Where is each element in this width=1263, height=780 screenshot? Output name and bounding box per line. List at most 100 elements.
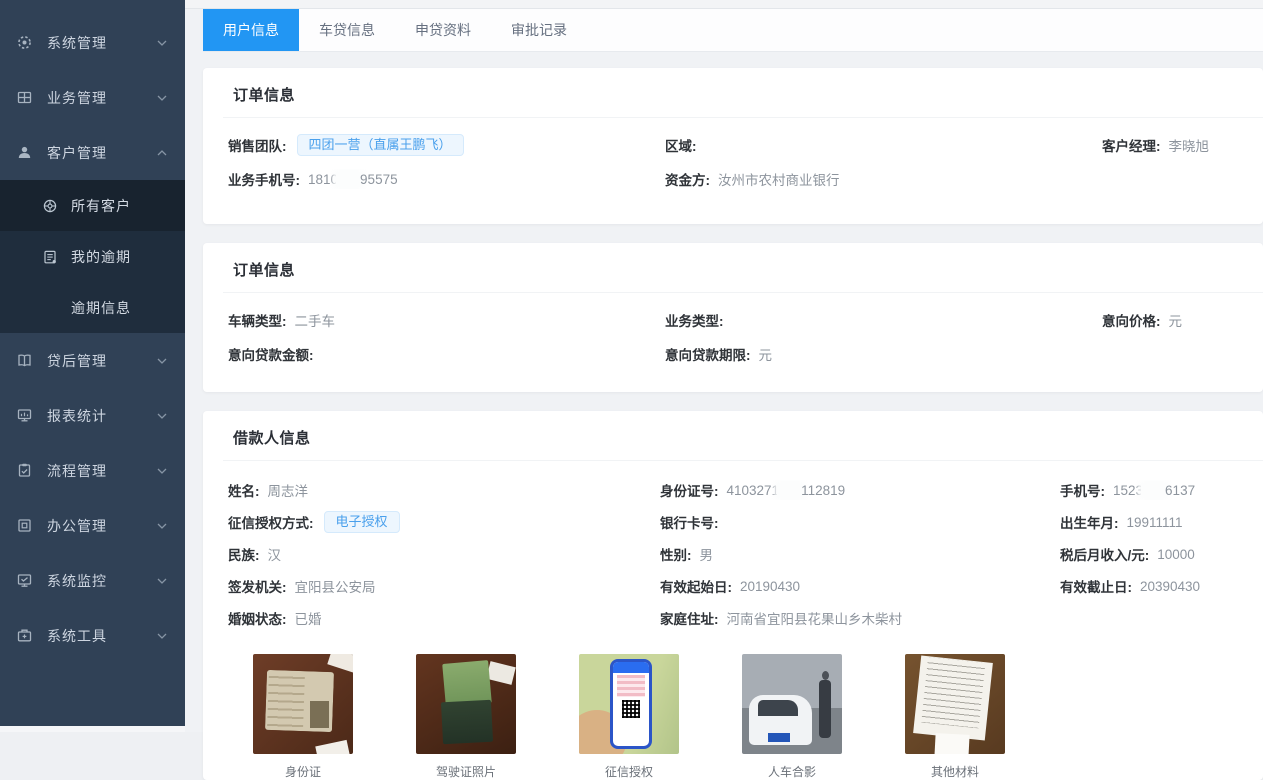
field-value: 已婚 [295,608,322,628]
chevron-down-icon [157,633,167,639]
sidebar-item-process-management[interactable]: 流程管理 [0,443,185,498]
sidebar-item-business-management[interactable]: 业务管理 [0,70,185,125]
field-business-phone: 业务手机号: 181095575 [228,169,665,189]
chevron-down-icon [157,523,167,529]
sidebar-item-customer-management[interactable]: 客户管理 [0,125,185,180]
tab-label: 用户信息 [223,22,279,38]
field-label: 姓名: [228,480,260,500]
license-photo[interactable] [416,654,516,754]
photo-layer [758,700,798,716]
sidebar-item-report-statistics[interactable]: 报表统计 [0,388,185,443]
field-id-number: 身份证号: 4103271112819 [660,480,1060,500]
document-photo[interactable] [905,654,1005,754]
photo-label: 征信授权 [579,763,679,780]
photo-item: 征信授权 [579,654,679,780]
borrower-info-card: 借款人信息 姓名: 周志洋 身份证号: 4103271112819 手机号: 1… [203,411,1263,780]
sales-team-tag[interactable]: 四团一营（直属王鹏飞） [297,134,464,157]
field-issuing-authority: 签发机关: 宜阳县公安局 [228,576,660,596]
sidebar-item-label: 办公管理 [47,516,157,536]
photo-layer [310,701,329,728]
photo-thumbnails: 身份证 驾驶证照片 [203,654,1263,780]
field-value: 汉 [268,544,282,564]
order-info-card-1: 订单信息 销售团队: 四团一营（直属王鹏飞） 区域: 客户经理: 李晓旭 [203,68,1263,224]
card-title: 借款人信息 [203,411,1263,460]
photo-layer [819,680,831,738]
field-funder: 资金方: 汝州市农村商业银行 [665,169,1102,189]
field-label: 签发机关: [228,576,287,596]
field-label: 性别: [660,544,692,564]
field-gender: 性别: 男 [660,544,1060,564]
field-birth-date: 出生年月: 19911111 [1060,512,1263,532]
photo-item: 驾驶证照片 [416,654,516,780]
sidebar-item-my-overdue[interactable]: 我的逾期 [0,231,185,282]
qr-auth-photo[interactable] [579,654,679,754]
field-value: 宜阳县公安局 [295,576,376,596]
field-value: 181095575 [308,172,398,187]
field-marital-status: 婚姻状态: 已婚 [228,608,660,628]
chevron-down-icon [157,40,167,46]
app: { "colors": { "accent": "#2296f3", "side… [0,0,1263,732]
sidebar: 系统管理 业务管理 客户管理 所有客户 [0,0,185,726]
field-value: 汝州市农村商业银行 [718,169,840,189]
monitor-check-icon [16,572,36,589]
chevron-down-icon [157,413,167,419]
sidebar-item-office-management[interactable]: 办公管理 [0,498,185,553]
sidebar-item-overdue-info[interactable]: 逾期信息 [0,282,185,333]
field-value: 10000 [1157,547,1195,562]
sidebar-item-label: 系统管理 [47,33,157,53]
field-mobile: 手机号: 15236137 [1060,480,1263,500]
sidebar-item-system-monitor[interactable]: 系统监控 [0,553,185,608]
tab-label: 车贷信息 [319,22,375,38]
book-icon [16,352,36,369]
field-vehicle-type: 车辆类型: 二手车 [228,310,665,330]
photo-item: 人车合影 [742,654,842,780]
redaction-smudge [777,483,803,498]
field-label: 身份证号: [660,480,719,500]
chevron-down-icon [157,95,167,101]
tab-car-loan-info[interactable]: 车贷信息 [299,9,395,51]
horizontal-scrollbar-track[interactable] [0,726,185,732]
sidebar-item-label: 逾期信息 [71,298,131,318]
gear-icon [16,34,36,51]
person-car-photo[interactable] [742,654,842,754]
sidebar-item-label: 业务管理 [47,88,157,108]
field-value: 15236137 [1113,483,1195,498]
sidebar-item-label: 客户管理 [47,143,157,163]
field-valid-from: 有效起始日: 20190430 [660,576,1060,596]
field-account-manager: 客户经理: 李晓旭 [1102,135,1263,155]
field-label: 客户经理: [1102,135,1161,155]
sidebar-item-postloan-management[interactable]: 贷后管理 [0,333,185,388]
sidebar-item-all-customers[interactable]: 所有客户 [0,180,185,231]
tab-loan-application-docs[interactable]: 申贷资料 [395,9,491,51]
tab-bar: 用户信息 车贷信息 申贷资料 审批记录 [203,9,1263,52]
field-label: 婚姻状态: [228,608,287,628]
field-intended-price: 意向价格: 元 [1102,310,1263,330]
field-label: 有效起始日: [660,576,732,596]
field-label: 业务类型: [665,310,724,330]
photo-item: 其他材料 [905,654,1005,780]
sidebar-item-label: 系统工具 [47,626,157,646]
tab-user-info[interactable]: 用户信息 [203,9,299,51]
id-card-photo[interactable] [253,654,353,754]
field-label: 资金方: [665,169,710,189]
photo-label: 人车合影 [742,763,842,780]
clipboard-icon [16,462,36,479]
field-label: 区域: [665,135,697,155]
photo-layer [913,655,993,740]
sidebar-item-system-tools[interactable]: 系统工具 [0,608,185,663]
field-label: 出生年月: [1060,512,1119,532]
field-label: 意向贷款金额: [228,344,314,364]
sidebar-item-system-management[interactable]: 系统管理 [0,15,185,70]
photo-item: 身份证 [253,654,353,780]
tab-approval-records[interactable]: 审批记录 [491,9,587,51]
field-label: 银行卡号: [660,512,719,532]
field-label: 有效截止日: [1060,576,1132,596]
toolbox-icon [16,627,36,644]
photo-layer [327,654,353,673]
sidebar-menu: 系统管理 业务管理 客户管理 所有客户 [0,0,185,663]
field-label: 意向贷款期限: [665,344,751,364]
field-value: 河南省宜阳县花果山乡木柴村 [727,608,903,628]
credit-auth-tag[interactable]: 电子授权 [324,511,400,534]
cards-container: 订单信息 销售团队: 四团一营（直属王鹏飞） 区域: 客户经理: 李晓旭 [185,52,1263,780]
photo-label: 其他材料 [905,763,1005,780]
